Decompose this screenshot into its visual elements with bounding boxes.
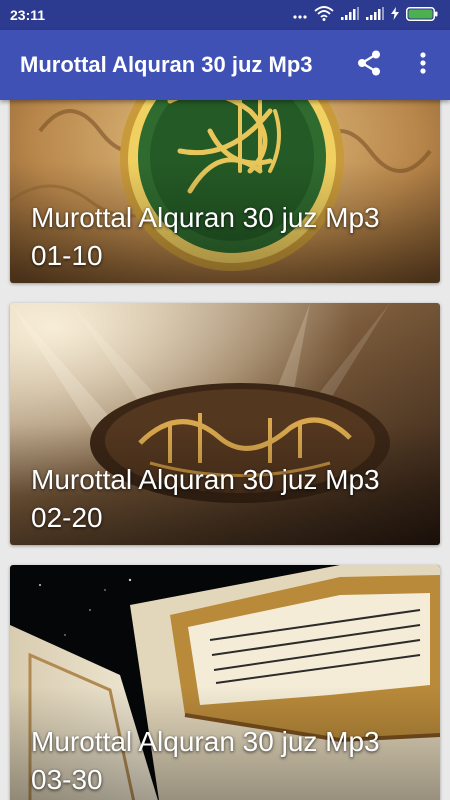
card-title: Murottal Alquran 30 juz Mp3 03-30 — [31, 726, 380, 795]
share-icon — [357, 50, 381, 81]
app-bar: Murottal Alquran 30 juz Mp3 — [0, 30, 450, 100]
app-bar-actions — [342, 30, 450, 100]
share-button[interactable] — [342, 30, 396, 100]
signal-icon-2 — [366, 7, 384, 23]
more-vert-icon — [420, 51, 426, 79]
overflow-menu-button[interactable] — [396, 30, 450, 100]
status-icons — [293, 6, 438, 24]
battery-icon — [406, 6, 438, 24]
signal-icon — [341, 7, 359, 23]
status-time: 23:11 — [10, 7, 46, 23]
charging-icon — [391, 7, 399, 23]
card-title: Murottal Alquran 30 juz Mp3 01-10 — [31, 202, 380, 271]
wifi-icon — [314, 6, 334, 24]
card-list[interactable]: Murottal Alquran 30 juz Mp3 01-10 Murott… — [0, 100, 450, 800]
app-title: Murottal Alquran 30 juz Mp3 — [20, 52, 313, 77]
card-title: Murottal Alquran 30 juz Mp3 02-20 — [31, 464, 380, 533]
card-juz-03-30[interactable]: Murottal Alquran 30 juz Mp3 03-30 — [10, 565, 440, 800]
card-juz-02-20[interactable]: Murottal Alquran 30 juz Mp3 02-20 — [10, 303, 440, 545]
more-notifications-icon — [293, 7, 307, 23]
card-juz-01-10[interactable]: Murottal Alquran 30 juz Mp3 01-10 — [10, 100, 440, 283]
status-bar: 23:11 — [0, 0, 450, 30]
